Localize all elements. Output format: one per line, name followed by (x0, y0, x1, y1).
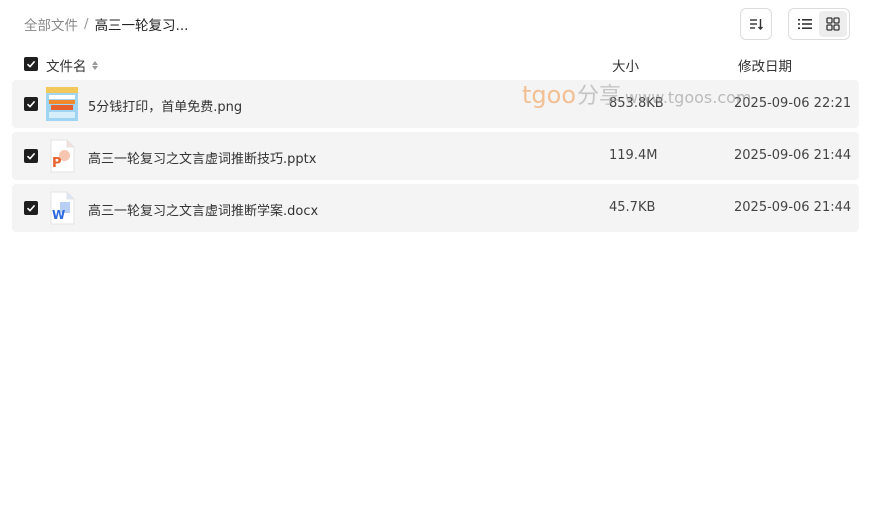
sort-button[interactable] (740, 8, 772, 40)
checkmark-icon (26, 204, 36, 212)
file-date: 2025-09-06 22:21 (734, 96, 852, 111)
view-toggle-group (788, 8, 850, 40)
table-row[interactable]: P 高三一轮复习之文言虚词推断技巧.pptx 119.4M 2025-09-06… (12, 132, 859, 180)
file-size: 45.7KB (609, 200, 656, 215)
ppt-file-icon: P (50, 139, 75, 173)
checkmark-icon (26, 60, 36, 68)
svg-text:W: W (52, 208, 65, 222)
breadcrumb-root-link[interactable]: 全部文件 (24, 14, 78, 34)
grid-view-button[interactable] (819, 11, 847, 37)
column-header-size[interactable]: 大小 (612, 55, 639, 75)
row-checkbox[interactable] (24, 201, 38, 215)
checkmark-icon (26, 100, 36, 108)
file-date: 2025-09-06 21:44 (734, 200, 852, 215)
word-file-icon: W (50, 191, 75, 225)
file-size: 853.8KB (609, 96, 664, 111)
column-header-name[interactable]: 文件名 (46, 55, 98, 75)
checkmark-icon (26, 152, 36, 160)
column-header-date[interactable]: 修改日期 (738, 55, 792, 75)
table-row[interactable]: W 高三一轮复习之文言虚词推断学案.docx 45.7KB 2025-09-06… (12, 184, 859, 232)
file-name[interactable]: 高三一轮复习之文言虚词推断学案.docx (88, 200, 318, 219)
list-view-icon (798, 19, 812, 29)
row-checkbox[interactable] (24, 97, 38, 111)
sort-descending-icon (750, 19, 763, 30)
column-header-name-label: 文件名 (46, 59, 87, 75)
table-header: 文件名 大小 修改日期 (12, 52, 859, 76)
table-row[interactable]: 5分钱打印，首单免费.png 853.8KB 2025-09-06 22:21 (12, 80, 859, 128)
breadcrumb-current-folder: 高三一轮复习... (94, 18, 189, 34)
image-thumbnail-icon (46, 87, 78, 121)
file-name[interactable]: 5分钱打印，首单免费.png (88, 96, 242, 115)
file-date: 2025-09-06 21:44 (734, 148, 852, 163)
breadcrumb: 全部文件 / 高三一轮复习... (24, 14, 188, 34)
list-view-button[interactable] (791, 11, 819, 37)
grid-view-icon (826, 17, 840, 31)
sort-arrows-icon (91, 60, 98, 70)
file-name[interactable]: 高三一轮复习之文言虚词推断技巧.pptx (88, 148, 316, 167)
file-size: 119.4M (609, 148, 658, 163)
breadcrumb-separator: / (84, 16, 89, 32)
row-checkbox[interactable] (24, 149, 38, 163)
select-all-checkbox[interactable] (24, 57, 38, 71)
svg-text:P: P (52, 156, 62, 171)
